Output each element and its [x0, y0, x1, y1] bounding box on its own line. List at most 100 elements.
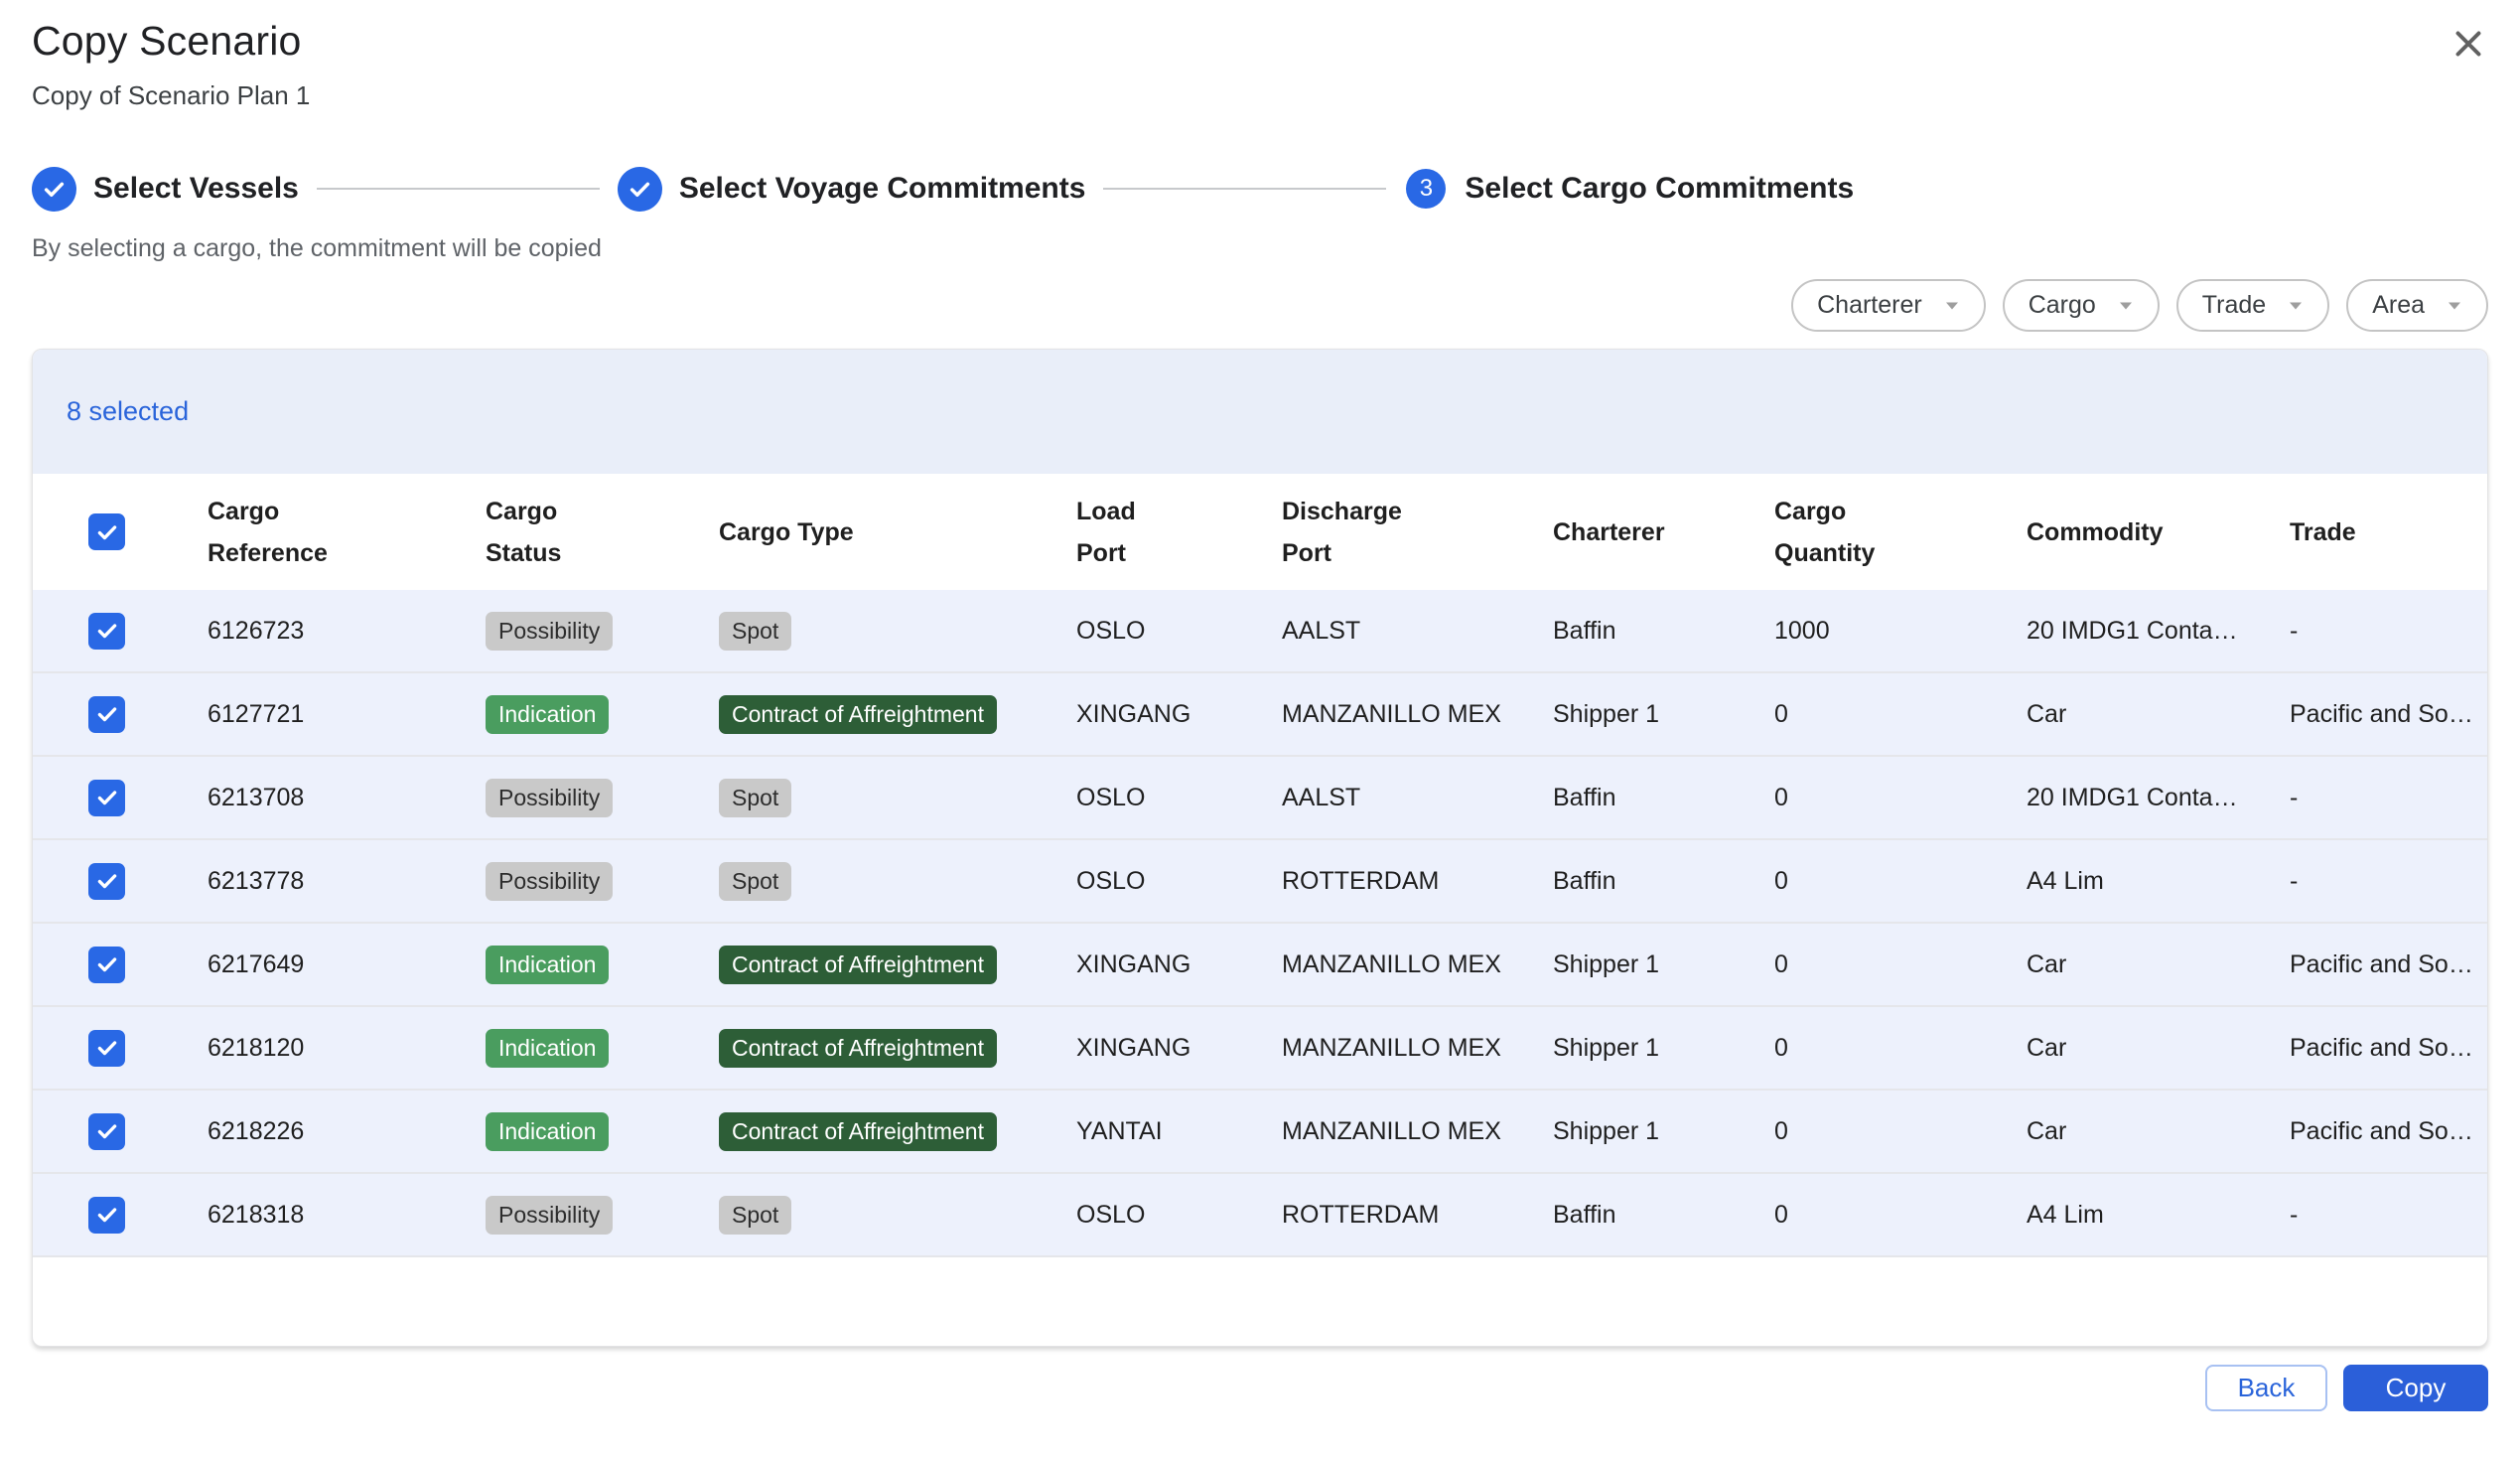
close-icon[interactable] — [2447, 22, 2490, 69]
commodity-cell: A4 Lim — [2027, 867, 2290, 896]
step-2-label: Select Voyage Commitments — [679, 172, 1086, 206]
cargo-status-badge: Indication — [486, 1029, 609, 1068]
dialog-subtitle: Copy of Scenario Plan 1 — [32, 80, 2488, 111]
dialog-footer: Back Copy — [32, 1365, 2488, 1411]
column-header: Cargo Quantity — [1774, 491, 2027, 574]
row-checkbox-cell — [33, 947, 208, 983]
row-checkbox[interactable] — [88, 613, 125, 650]
cargo-type-badge: Spot — [719, 1196, 791, 1235]
trade-cell: - — [2290, 617, 2487, 646]
page-title: Copy Scenario — [32, 18, 2488, 65]
commodity-cell: 20 IMDG1 Conta… — [2027, 617, 2290, 646]
trade-cell: Pacific and So… — [2290, 1034, 2487, 1063]
column-header: Commodity — [2027, 511, 2290, 553]
row-checkbox-cell — [33, 696, 208, 733]
row-checkbox[interactable] — [88, 947, 125, 983]
chevron-down-icon — [2118, 301, 2134, 311]
stepper-step-1[interactable]: Select Vessels — [32, 167, 299, 212]
column-header: Discharge Port — [1282, 491, 1553, 574]
cargo-type-cell: Spot — [719, 862, 1076, 901]
discharge-port-cell: MANZANILLO MEX — [1282, 700, 1553, 729]
commodity-cell: Car — [2027, 1117, 2290, 1146]
cargo-reference-cell: 6126723 — [208, 617, 486, 646]
cargo-status-badge: Possibility — [486, 779, 613, 817]
stepper: Select Vessels Select Voyage Commitments 3… — [32, 163, 2488, 215]
table-row: 6126723PossibilitySpotOSLOAALSTBaffin100… — [33, 590, 2487, 673]
commodity-cell: Car — [2027, 700, 2290, 729]
trade-cell: - — [2290, 867, 2487, 896]
cargo-reference-cell: 6218120 — [208, 1034, 486, 1063]
table-body: 6126723PossibilitySpotOSLOAALSTBaffin100… — [33, 590, 2487, 1257]
row-checkbox[interactable] — [88, 1197, 125, 1234]
charterer-cell: Shipper 1 — [1553, 1117, 1774, 1146]
copy-scenario-dialog: Copy Scenario Copy of Scenario Plan 1 Se… — [0, 0, 2520, 1458]
stepper-step-2[interactable]: Select Voyage Commitments — [618, 167, 1086, 212]
check-icon — [94, 618, 120, 644]
cargo-commitments-card: 8 selected Cargo ReferenceCargo StatusCa… — [32, 349, 2488, 1347]
cargo-quantity-cell: 0 — [1774, 1201, 2027, 1230]
cargo-type-cell: Spot — [719, 779, 1076, 817]
cargo-status-cell: Indication — [486, 946, 719, 984]
table-row: 6213778PossibilitySpotOSLOROTTERDAMBaffi… — [33, 840, 2487, 924]
cargo-status-badge: Possibility — [486, 612, 613, 651]
cargo-reference-cell: 6213778 — [208, 867, 486, 896]
discharge-port-cell: MANZANILLO MEX — [1282, 1034, 1553, 1063]
cargo-type-cell: Contract of Affreightment — [719, 1029, 1076, 1068]
back-button[interactable]: Back — [2205, 1365, 2327, 1411]
cargo-status-cell: Possibility — [486, 862, 719, 901]
cargo-type-badge: Contract of Affreightment — [719, 1029, 997, 1068]
cargo-type-cell: Contract of Affreightment — [719, 946, 1076, 984]
stepper-step-3[interactable]: 3Select Cargo Commitments — [1404, 169, 1854, 209]
row-checkbox-cell — [33, 613, 208, 650]
cargo-reference-cell: 6127721 — [208, 700, 486, 729]
row-checkbox[interactable] — [88, 863, 125, 900]
column-header: Trade — [2290, 511, 2487, 553]
step-2-circle — [618, 167, 662, 212]
row-checkbox[interactable] — [88, 780, 125, 816]
selected-count: 8 selected — [67, 396, 189, 427]
table-row: 6213708PossibilitySpotOSLOAALSTBaffin020… — [33, 757, 2487, 840]
check-icon — [94, 868, 120, 894]
filter-trade-dropdown[interactable]: Trade — [2176, 279, 2329, 332]
charterer-cell: Shipper 1 — [1553, 1034, 1774, 1063]
load-port-cell: XINGANG — [1076, 700, 1282, 729]
column-header: Load Port — [1076, 491, 1282, 574]
filter-cargo-dropdown[interactable]: Cargo — [2003, 279, 2160, 332]
charterer-cell: Baffin — [1553, 784, 1774, 812]
charterer-cell: Shipper 1 — [1553, 950, 1774, 979]
copy-button[interactable]: Copy — [2343, 1365, 2488, 1411]
cargo-type-cell: Spot — [719, 1196, 1076, 1235]
check-icon — [94, 1202, 120, 1228]
cargo-status-badge: Indication — [486, 695, 609, 734]
commodity-cell: 20 IMDG1 Conta… — [2027, 784, 2290, 812]
cargo-status-badge: Indication — [486, 1112, 609, 1151]
check-icon — [94, 519, 120, 545]
trade-cell: - — [2290, 784, 2487, 812]
cargo-status-badge: Possibility — [486, 862, 613, 901]
cargo-quantity-cell: 0 — [1774, 700, 2027, 729]
check-icon — [627, 176, 653, 203]
filter-bar: Charterer Cargo Trade Area — [32, 279, 2488, 332]
discharge-port-cell: MANZANILLO MEX — [1282, 950, 1553, 979]
row-checkbox[interactable] — [88, 696, 125, 733]
row-checkbox[interactable] — [88, 1030, 125, 1067]
filter-area-dropdown[interactable]: Area — [2346, 279, 2488, 332]
filter-charterer-dropdown[interactable]: Charterer — [1791, 279, 1986, 332]
check-icon — [94, 1035, 120, 1061]
load-port-cell: XINGANG — [1076, 950, 1282, 979]
selection-banner: 8 selected — [33, 350, 2487, 474]
cargo-reference-cell: 6213708 — [208, 784, 486, 812]
cargo-status-cell: Indication — [486, 1112, 719, 1151]
step-1-label: Select Vessels — [93, 172, 299, 206]
load-port-cell: OSLO — [1076, 867, 1282, 896]
row-checkbox-cell — [33, 1197, 208, 1234]
cargo-reference-cell: 6217649 — [208, 950, 486, 979]
chevron-down-icon — [2288, 301, 2304, 311]
select-all-checkbox[interactable] — [88, 513, 125, 550]
charterer-cell: Baffin — [1553, 1201, 1774, 1230]
row-checkbox-cell — [33, 780, 208, 816]
cargo-type-badge: Spot — [719, 779, 791, 817]
load-port-cell: OSLO — [1076, 617, 1282, 646]
cargo-type-badge: Contract of Affreightment — [719, 1112, 997, 1151]
row-checkbox[interactable] — [88, 1113, 125, 1150]
